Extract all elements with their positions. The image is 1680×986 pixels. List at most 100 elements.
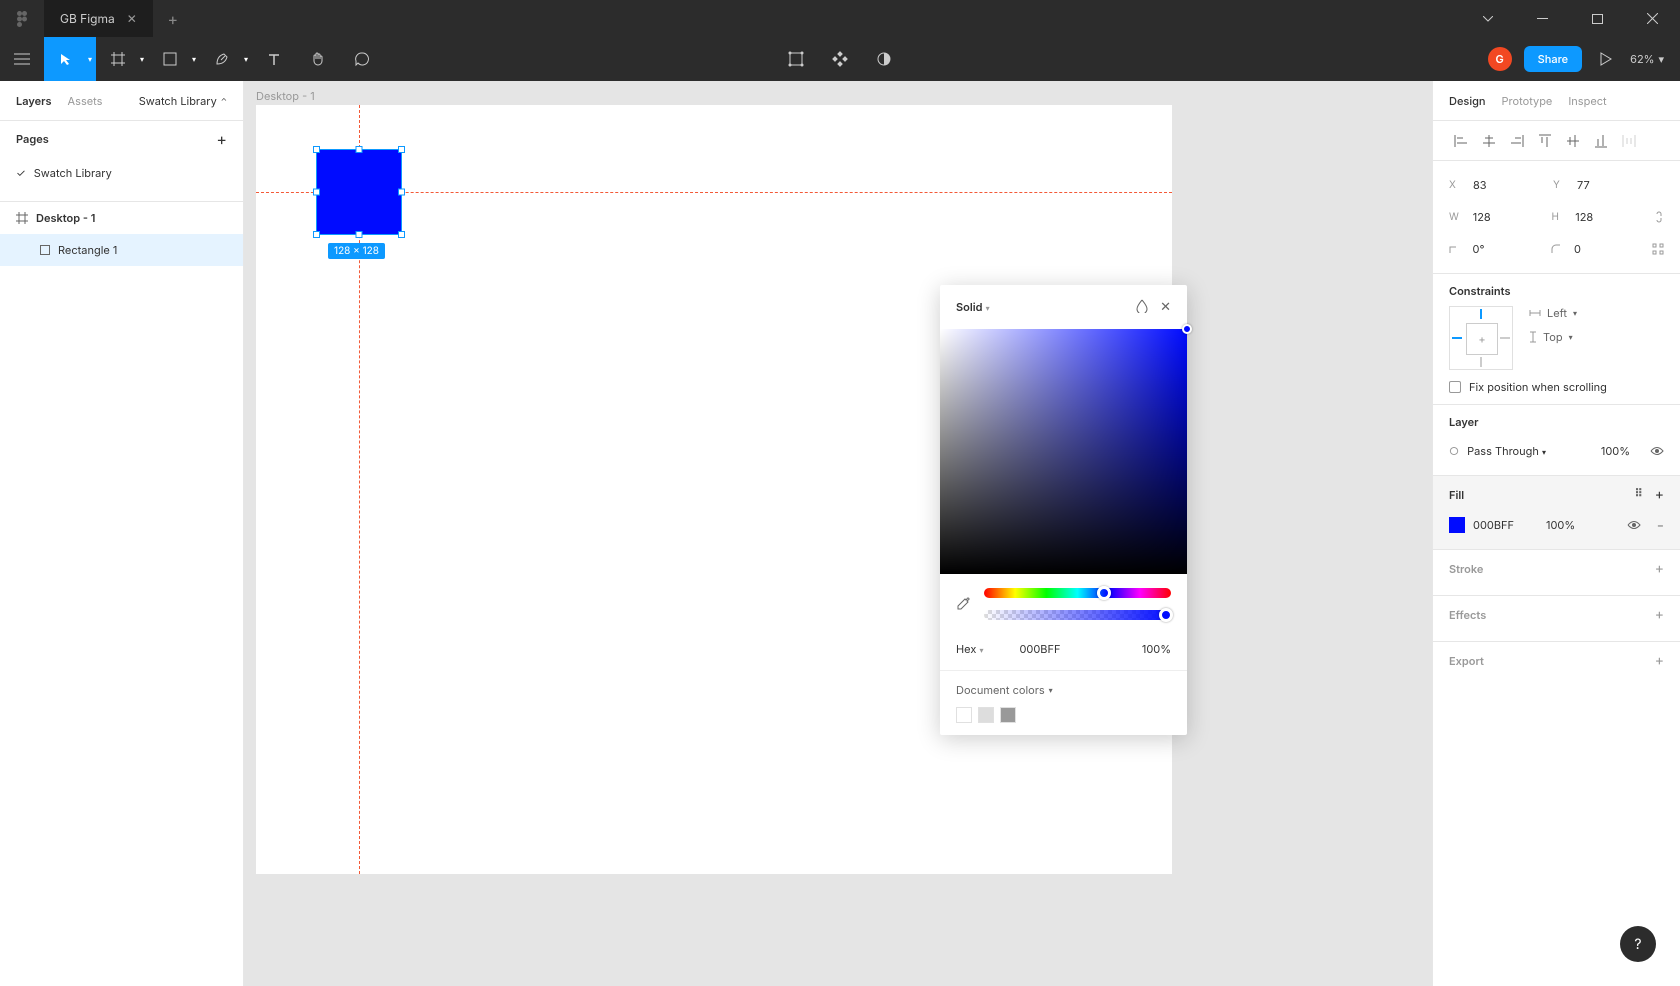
resize-handle[interactable] xyxy=(398,189,405,196)
menu-button[interactable] xyxy=(0,37,44,81)
add-fill-button[interactable]: + xyxy=(1655,486,1664,503)
tab-design[interactable]: Design xyxy=(1449,94,1486,108)
alpha-slider[interactable] xyxy=(984,610,1171,620)
sv-handle[interactable] xyxy=(1182,324,1192,334)
resize-handle[interactable] xyxy=(313,146,320,153)
hue-slider[interactable] xyxy=(984,588,1171,598)
checkbox-icon[interactable] xyxy=(1449,381,1461,393)
color-mode-select[interactable]: Hex ▾ xyxy=(956,642,983,656)
y-input[interactable]: 77 xyxy=(1577,178,1649,192)
hue-handle[interactable] xyxy=(1097,586,1111,600)
distribute-icon[interactable] xyxy=(1617,129,1641,153)
left-panel: Layers Assets Swatch Library⌃ Pages + ✓ … xyxy=(0,81,244,986)
h-input[interactable]: 128 xyxy=(1575,210,1646,224)
rotation-input[interactable]: 0° xyxy=(1473,242,1543,256)
resize-handle[interactable] xyxy=(313,189,320,196)
saturation-value-area[interactable] xyxy=(940,329,1187,574)
constraint-widget[interactable]: + xyxy=(1449,306,1513,370)
zoom-level[interactable]: 62%▾ xyxy=(1630,52,1664,66)
align-top-icon[interactable] xyxy=(1533,129,1557,153)
close-picker-button[interactable]: ✕ xyxy=(1160,299,1171,315)
figma-logo[interactable] xyxy=(0,0,44,37)
canvas[interactable]: Desktop - 1 128 × 128 xyxy=(244,81,1432,986)
window-controls xyxy=(1460,0,1680,37)
styles-icon[interactable]: ⠿ xyxy=(1635,486,1643,503)
close-tab-icon[interactable]: ✕ xyxy=(127,11,137,26)
frame-layer[interactable]: Desktop - 1 xyxy=(0,202,243,234)
share-button[interactable]: Share xyxy=(1524,46,1582,72)
remove-fill-button[interactable]: − xyxy=(1657,518,1664,532)
independent-corners-icon[interactable] xyxy=(1652,243,1664,255)
resize-handle[interactable] xyxy=(398,231,405,238)
constraint-vertical[interactable]: Top▾ xyxy=(1529,330,1577,344)
align-hcenter-icon[interactable] xyxy=(1477,129,1501,153)
comment-tool[interactable] xyxy=(340,37,384,81)
chevron-down-icon: ▾ xyxy=(1049,685,1053,695)
fill-opacity[interactable]: 100% xyxy=(1546,518,1575,532)
create-component-button[interactable] xyxy=(818,37,862,81)
eye-icon[interactable] xyxy=(1627,520,1641,530)
add-effect-button[interactable]: + xyxy=(1655,606,1664,623)
fix-position-row[interactable]: Fix position when scrolling xyxy=(1449,380,1664,394)
layer-item-selected[interactable]: Rectangle 1 xyxy=(0,234,243,266)
eye-icon[interactable] xyxy=(1650,446,1664,456)
resize-handle[interactable] xyxy=(356,231,363,238)
chevron-down-icon[interactable] xyxy=(1460,0,1515,37)
fill-type-selector[interactable]: Solid ▾ xyxy=(956,300,990,314)
text-tool[interactable] xyxy=(252,37,296,81)
page-item[interactable]: ✓ Swatch Library xyxy=(0,157,243,189)
tab-layers[interactable]: Layers xyxy=(16,94,52,108)
avatar[interactable]: G xyxy=(1488,47,1512,71)
tab-inspect[interactable]: Inspect xyxy=(1568,94,1606,108)
radius-input[interactable]: 0 xyxy=(1574,242,1644,256)
new-tab-button[interactable]: + xyxy=(153,9,193,29)
blend-mode-select[interactable]: Pass Through ▾ xyxy=(1467,444,1546,458)
fill-swatch[interactable] xyxy=(1449,517,1465,533)
blend-icon[interactable] xyxy=(1136,299,1148,315)
align-left-icon[interactable] xyxy=(1449,129,1473,153)
align-bottom-icon[interactable] xyxy=(1589,129,1613,153)
eyedropper-button[interactable] xyxy=(956,596,972,612)
align-right-icon[interactable] xyxy=(1505,129,1529,153)
move-tool[interactable]: ▾ xyxy=(44,37,96,81)
mask-button[interactable] xyxy=(862,37,906,81)
alpha-handle[interactable] xyxy=(1159,608,1173,622)
doc-colors-toggle[interactable]: Document colors▾ xyxy=(956,683,1171,697)
x-input[interactable]: 83 xyxy=(1473,178,1545,192)
fill-hex[interactable]: 000BFF xyxy=(1473,518,1514,532)
help-button[interactable]: ? xyxy=(1620,926,1656,962)
present-button[interactable] xyxy=(1594,37,1618,81)
add-stroke-button[interactable]: + xyxy=(1655,560,1664,577)
frame-tool[interactable]: ▾ xyxy=(96,37,148,81)
maximize-button[interactable] xyxy=(1570,0,1625,37)
layer-opacity-input[interactable]: 100% xyxy=(1601,444,1630,458)
hand-tool[interactable] xyxy=(296,37,340,81)
opacity-input[interactable]: 100% xyxy=(1142,642,1171,656)
hex-input[interactable]: 000BFF xyxy=(1019,642,1060,656)
close-window-button[interactable] xyxy=(1625,0,1680,37)
constraint-horizontal[interactable]: Left▾ xyxy=(1529,306,1577,320)
project-selector[interactable]: Swatch Library⌃ xyxy=(139,94,227,108)
link-dimensions-icon[interactable] xyxy=(1654,210,1664,224)
blend-mode-icon[interactable]: ○ xyxy=(1449,444,1459,458)
doc-swatch[interactable] xyxy=(1000,707,1016,723)
add-export-button[interactable]: + xyxy=(1655,652,1664,669)
resize-handle[interactable] xyxy=(313,231,320,238)
tab-assets[interactable]: Assets xyxy=(68,94,103,108)
doc-swatch[interactable] xyxy=(978,707,994,723)
document-tab[interactable]: GB Figma ✕ xyxy=(44,0,153,37)
add-page-button[interactable]: + xyxy=(216,129,227,149)
resize-handle[interactable] xyxy=(356,146,363,153)
canvas-frame-label[interactable]: Desktop - 1 xyxy=(256,89,315,103)
align-vcenter-icon[interactable] xyxy=(1561,129,1585,153)
resize-handle[interactable] xyxy=(398,146,405,153)
doc-swatch[interactable] xyxy=(956,707,972,723)
fill-section: Fill ⠿+ 000BFF 100% − xyxy=(1433,476,1680,550)
tab-prototype[interactable]: Prototype xyxy=(1502,94,1553,108)
pen-tool[interactable]: ▾ xyxy=(200,37,252,81)
minimize-button[interactable] xyxy=(1515,0,1570,37)
shape-tool[interactable]: ▾ xyxy=(148,37,200,81)
w-input[interactable]: 128 xyxy=(1473,210,1544,224)
selected-rectangle[interactable] xyxy=(316,149,402,235)
edit-object-button[interactable] xyxy=(774,37,818,81)
